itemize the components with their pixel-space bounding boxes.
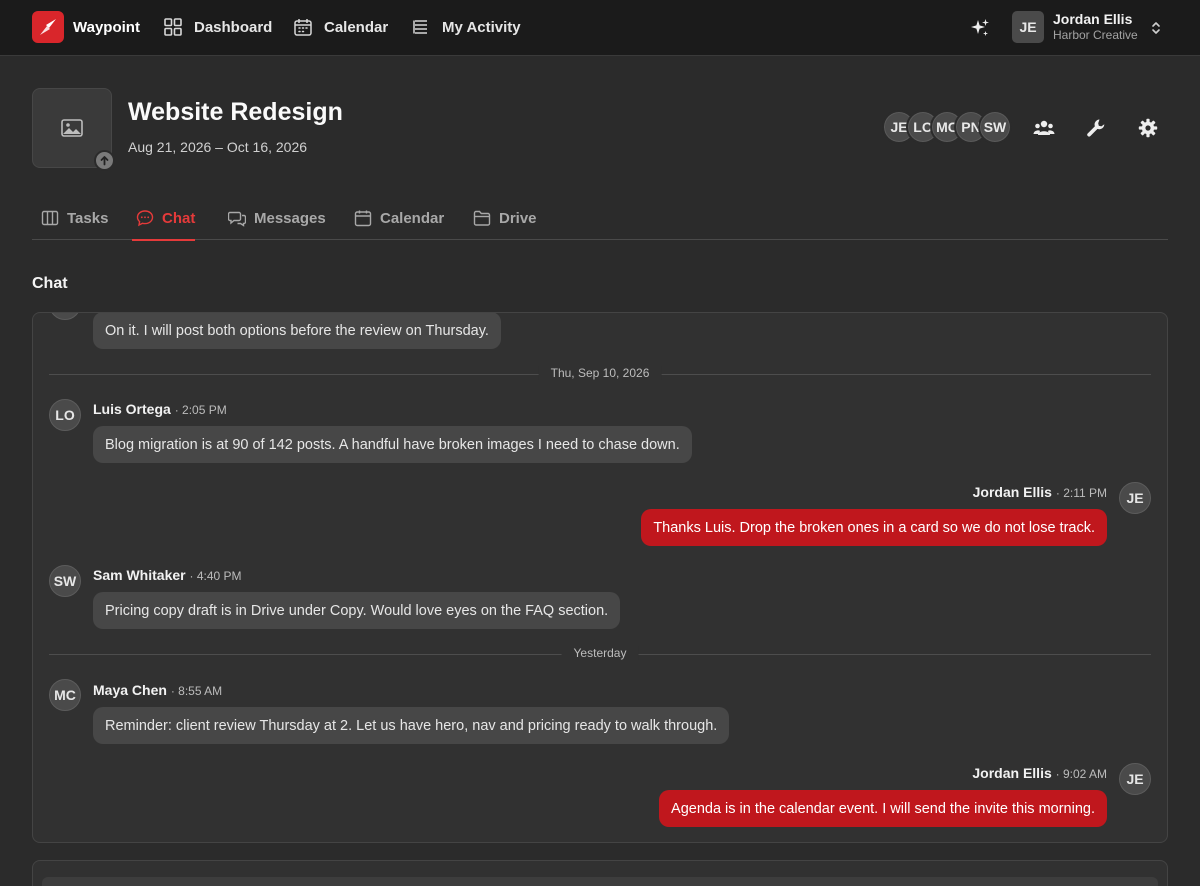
message-meta: Jordan Ellis · 9:02 AM (972, 765, 1107, 781)
nav-my-activity-label: My Activity (442, 18, 521, 36)
message-bubble: Pricing copy draft is in Drive under Cop… (93, 592, 621, 629)
tab-messages[interactable]: Messages (228, 198, 326, 240)
messages-icon (228, 211, 246, 227)
chevron-up-down-icon[interactable] (1150, 20, 1162, 36)
message-time: · 9:02 AM (1055, 767, 1107, 781)
message-author: Luis Ortega (93, 401, 171, 417)
message-bubble: On it. I will post both options before t… (93, 313, 501, 349)
user-avatar: JE (1012, 11, 1044, 43)
nav-my-activity[interactable]: My Activity (411, 17, 521, 37)
folder-icon (473, 210, 491, 226)
message-avatar: LO (49, 399, 81, 431)
message-meta: Sam Whitaker · 4:40 PM (93, 567, 242, 583)
tab-drive[interactable]: Drive (473, 198, 537, 240)
top-nav: Waypoint Dashboard Calendar My Activity … (0, 0, 1200, 56)
date-divider-label: Yesterday (561, 646, 639, 660)
message-meta: Luis Ortega · 2:05 PM (93, 401, 227, 417)
nav-calendar-label: Calendar (324, 18, 389, 36)
sparkle-icon[interactable] (969, 17, 991, 39)
tab-chat[interactable]: Chat (131, 198, 196, 241)
message-time: · 8:55 AM (170, 684, 223, 698)
columns-icon (41, 210, 59, 226)
date-divider-label: Thu, Sep 10, 2026 (538, 366, 662, 380)
project-dates: Aug 21, 2026 – Oct 16, 2026 (128, 139, 308, 155)
section-title: Chat (32, 275, 68, 292)
message-bubble: Thanks Luis. Drop the broken ones in a c… (641, 509, 1107, 546)
chat-icon (136, 210, 154, 227)
tab-chat-label: Chat (162, 209, 196, 227)
grid-icon (164, 18, 182, 36)
compass-logo-icon (32, 11, 64, 43)
calendar-icon (354, 210, 372, 227)
tab-calendar-label: Calendar (380, 209, 445, 227)
brand-link[interactable]: Waypoint (32, 11, 140, 43)
project-title: Website Redesign (128, 98, 343, 126)
tab-tasks-label: Tasks (67, 209, 109, 227)
image-icon (61, 119, 83, 137)
nav-dashboard-label: Dashboard (194, 18, 273, 36)
message-avatar (49, 313, 81, 320)
nav-dashboard[interactable]: Dashboard (163, 17, 272, 37)
project-tabs: Tasks Chat Messages Calendar Drive (32, 198, 1168, 241)
tab-drive-label: Drive (499, 209, 537, 227)
message-author: Jordan Ellis (972, 765, 1052, 781)
message-avatar: SW (49, 565, 81, 597)
message-bubble: Blog migration is at 90 of 142 posts. A … (93, 426, 692, 463)
calendar-icon (294, 19, 312, 36)
tab-calendar[interactable]: Calendar (354, 198, 444, 240)
message-author: Maya Chen (93, 682, 167, 698)
user-org: Harbor Creative (1053, 28, 1138, 42)
wrench-icon[interactable] (1084, 116, 1108, 140)
member-avatars[interactable]: JE LO MC PN SW (882, 110, 1022, 146)
date-divider: Thu, Sep 10, 2026 (49, 366, 1151, 380)
message-author: Jordan Ellis (972, 484, 1052, 500)
arrow-up-icon (100, 156, 109, 166)
user-menu[interactable]: JE Jordan Ellis Harbor Creative (1012, 11, 1138, 43)
message-time: · 4:40 PM (189, 569, 242, 583)
message-avatar: MC (49, 679, 81, 711)
message-avatar: JE (1119, 763, 1151, 795)
team-icon[interactable] (1032, 116, 1056, 140)
nav-calendar[interactable]: Calendar (293, 17, 388, 37)
upload-image-button[interactable] (94, 150, 115, 171)
gear-icon[interactable] (1136, 116, 1160, 140)
chat-panel[interactable]: On it. I will post both options before t… (32, 312, 1168, 843)
message-author: Sam Whitaker (93, 567, 186, 583)
message-meta: Maya Chen · 8:55 AM (93, 682, 222, 698)
message-composer (32, 860, 1168, 886)
message-time: · 2:11 PM (1055, 486, 1107, 500)
message-bubble: Reminder: client review Thursday at 2. L… (93, 707, 730, 744)
message-meta: Jordan Ellis · 2:11 PM (973, 484, 1107, 500)
message-bubble: Agenda is in the calendar event. I will … (659, 790, 1107, 827)
member-avatar[interactable]: SW (978, 110, 1012, 144)
message-time: · 2:05 PM (174, 403, 227, 417)
message-avatar: JE (1119, 482, 1151, 514)
tab-tasks[interactable]: Tasks (41, 198, 108, 240)
message-input[interactable] (42, 877, 1158, 886)
activity-list-icon (413, 20, 427, 34)
app-name: Waypoint (73, 18, 140, 36)
user-name: Jordan Ellis (1053, 11, 1133, 27)
date-divider: Yesterday (49, 646, 1151, 660)
tab-messages-label: Messages (254, 209, 326, 227)
